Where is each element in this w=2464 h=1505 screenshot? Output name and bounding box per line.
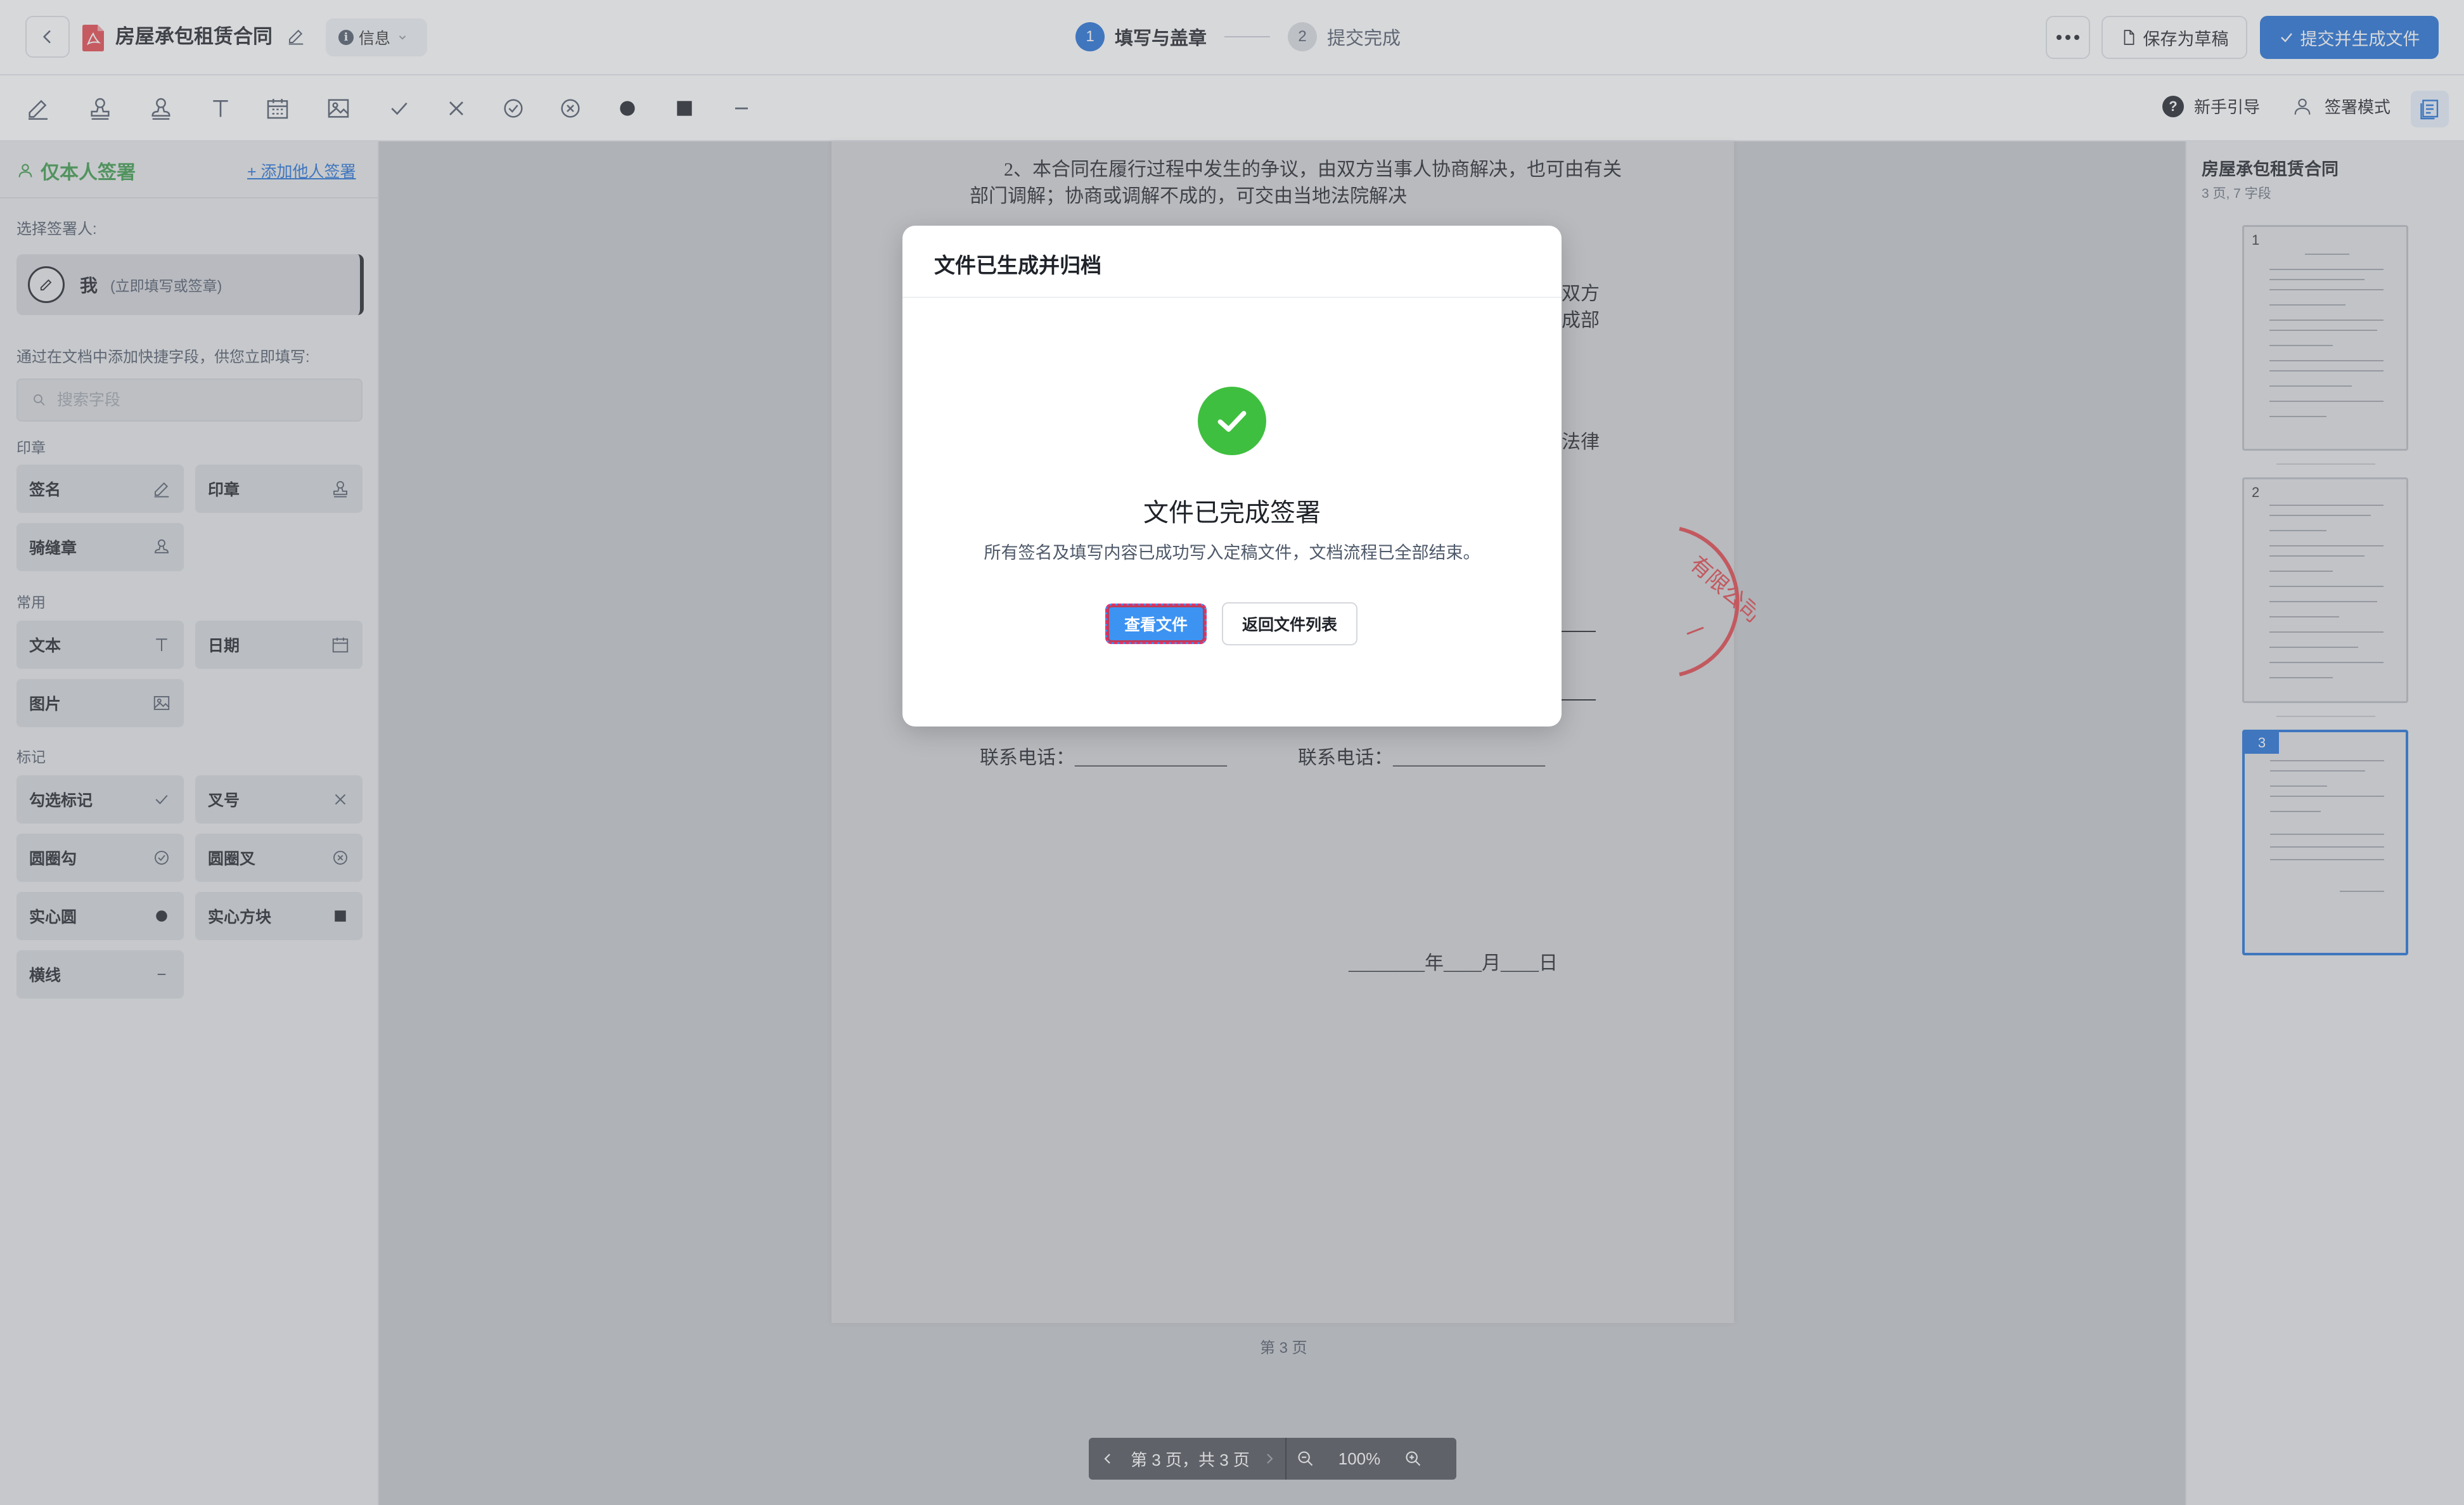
divider: [902, 297, 1562, 298]
completion-dialog: 文件已生成并归档 文件已完成签署 所有签名及填写内容已成功写入定稿文件，文档流程…: [902, 226, 1562, 727]
success-check-icon: [1198, 387, 1266, 455]
dialog-heading: 文件已完成签署: [1143, 499, 1321, 527]
view-file-button[interactable]: 查看文件: [1105, 604, 1207, 644]
dialog-message: 所有签名及填写内容已成功写入定稿文件，文档流程已全部结束。: [984, 543, 1480, 562]
back-to-list-button[interactable]: 返回文件列表: [1222, 602, 1357, 645]
dialog-title: 文件已生成并归档: [934, 254, 1101, 277]
